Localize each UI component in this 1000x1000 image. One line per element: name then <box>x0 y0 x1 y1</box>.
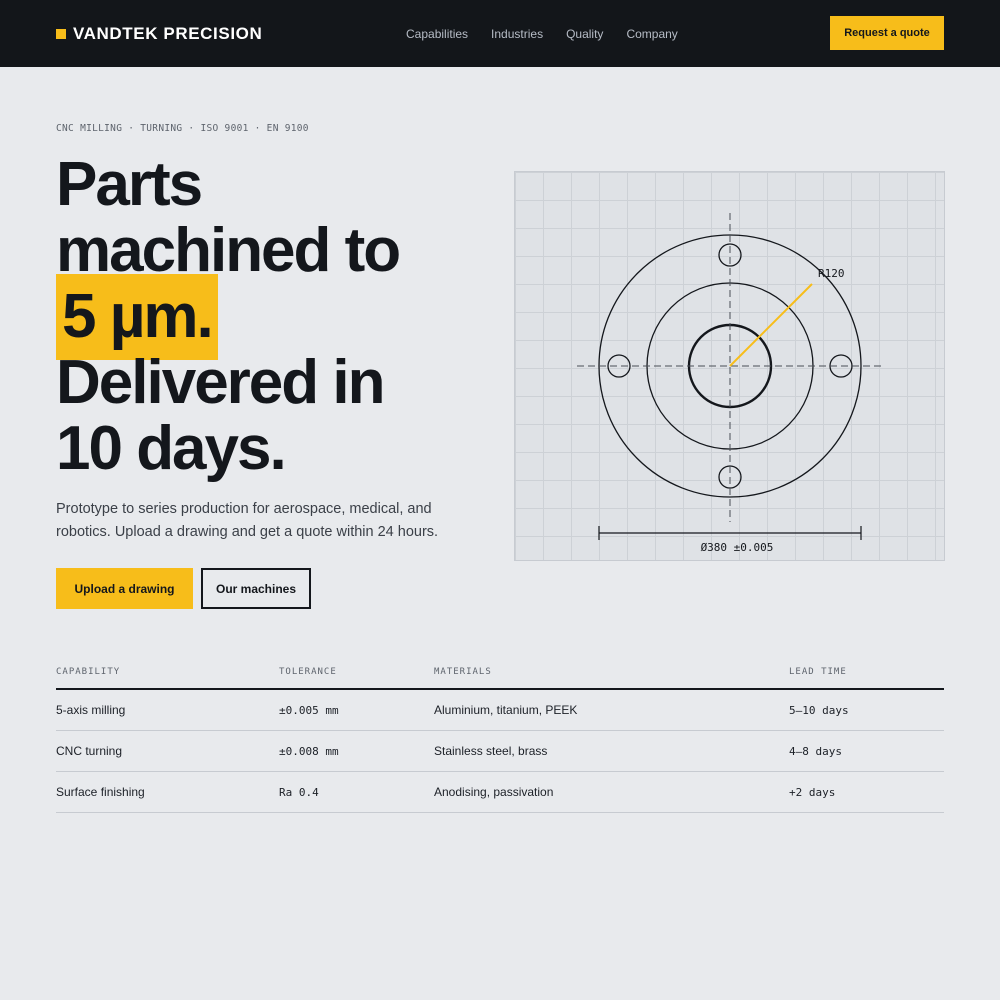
cell-materials: Anodising, passivation <box>434 785 554 799</box>
nav-link-capabilities[interactable]: Capabilities <box>406 25 468 43</box>
brand-square-icon <box>56 29 66 39</box>
upload-drawing-button[interactable]: Upload a drawing <box>56 568 193 609</box>
cell-tolerance: ±0.008 mm <box>279 745 339 758</box>
cell-lead-time: 4–8 days <box>789 745 842 758</box>
table-row: CNC turning ±0.008 mm Stainless steel, b… <box>56 731 944 772</box>
cell-lead-time: 5–10 days <box>789 704 849 717</box>
column-header-materials: MATERIALS <box>434 667 492 677</box>
cell-lead-time: +2 days <box>789 786 836 799</box>
radius-label: R120 <box>818 267 845 280</box>
hero-eyebrow: CNC MILLING · TURNING · ISO 9001 · EN 91… <box>56 123 309 134</box>
cell-capability: 5-axis milling <box>56 703 126 717</box>
request-quote-button[interactable]: Request a quote <box>830 16 944 50</box>
diameter-label: Ø380 ±0.005 <box>701 541 774 554</box>
cell-tolerance: ±0.005 mm <box>279 704 339 717</box>
radius-leader-line <box>729 283 813 367</box>
column-header-lead-time: LEAD TIME <box>789 667 847 677</box>
main-nav: Capabilities Industries Quality Company <box>406 25 701 43</box>
nav-link-quality[interactable]: Quality <box>566 25 603 43</box>
hero-lede: Prototype to series production for aeros… <box>56 501 439 540</box>
headline-line-1: Parts <box>56 150 203 219</box>
flange-drawing-svg: R120 Ø380 ±0.005 <box>577 213 883 554</box>
brand-logo[interactable]: VANDTEK PRECISION <box>56 22 262 46</box>
hero-headline: Parts machined to 5 µm. Delivered in 10 … <box>56 152 496 482</box>
cell-capability: CNC turning <box>56 744 123 758</box>
nav-link-company[interactable]: Company <box>626 25 677 43</box>
top-nav-bar: VANDTEK PRECISION Capabilities Industrie… <box>0 0 1000 67</box>
headline-line-4: Delivered in <box>56 348 385 417</box>
table-row: Surface finishing Ra 0.4 Anodising, pass… <box>56 772 944 813</box>
column-header-capability: CAPABILITY <box>56 667 121 677</box>
nav-link-industries[interactable]: Industries <box>491 25 543 43</box>
cell-materials: Stainless steel, brass <box>434 744 548 758</box>
our-machines-button[interactable]: Our machines <box>201 568 311 609</box>
cell-materials: Aluminium, titanium, PEEK <box>434 703 578 717</box>
technical-drawing: R120 Ø380 ±0.005 <box>514 171 945 561</box>
cell-tolerance: Ra 0.4 <box>279 786 319 799</box>
brand-name: VANDTEK PRECISION <box>73 24 263 43</box>
table-header: CAPABILITY TOLERANCE MATERIALS LEAD TIME <box>56 660 944 690</box>
cell-capability: Surface finishing <box>56 785 145 799</box>
headline-line-5: 10 days. <box>56 414 287 483</box>
capabilities-table: CAPABILITY TOLERANCE MATERIALS LEAD TIME… <box>56 660 944 813</box>
table-row: 5-axis milling ±0.005 mm Aluminium, tita… <box>56 690 944 731</box>
column-header-tolerance: TOLERANCE <box>279 667 337 677</box>
